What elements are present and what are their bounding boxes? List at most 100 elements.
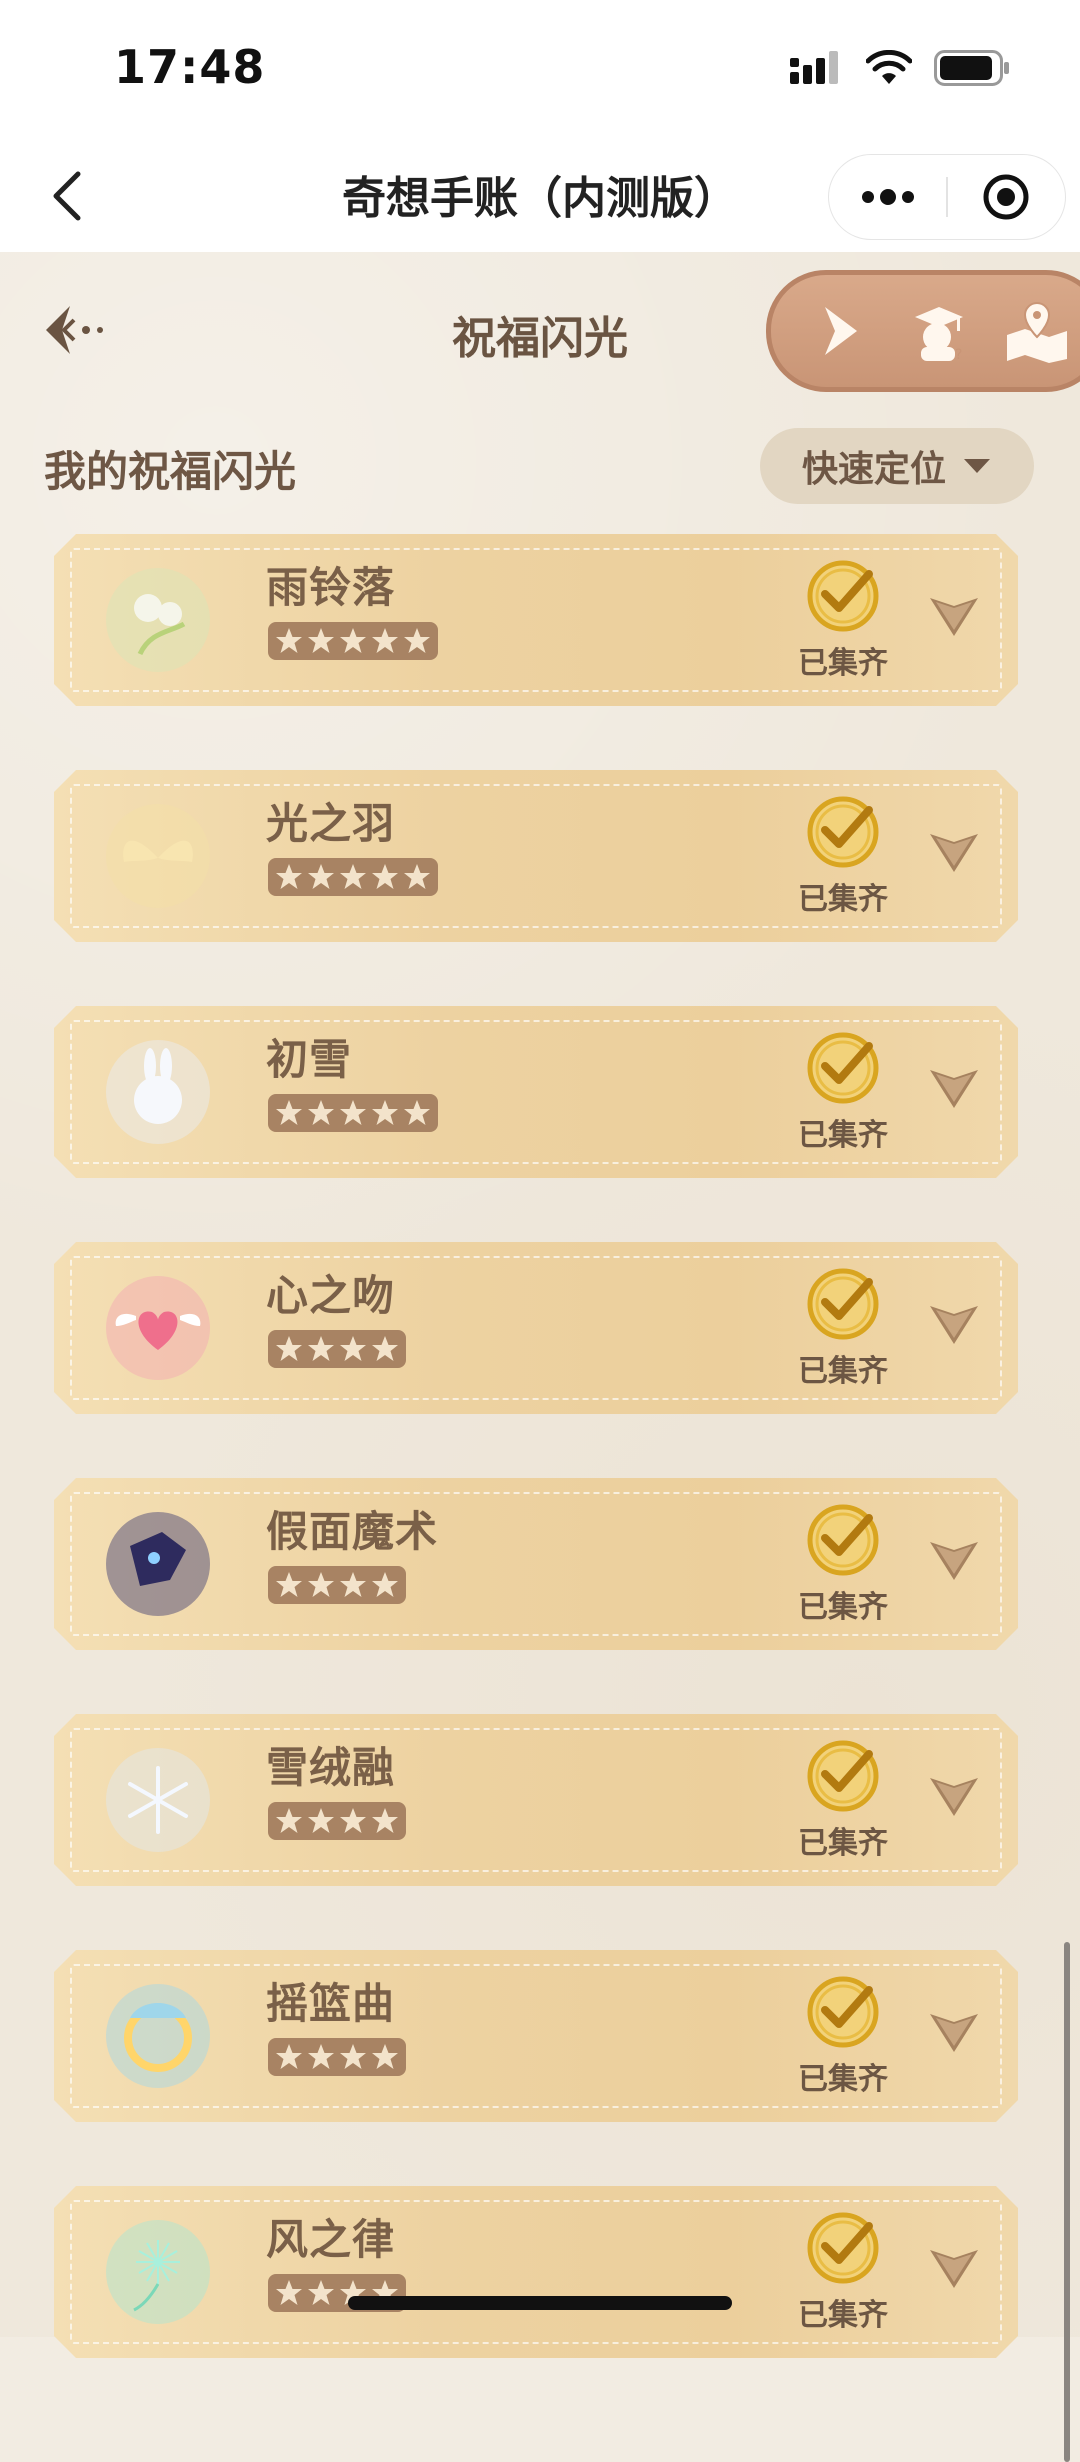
scholar-mascot-icon: ?	[915, 307, 963, 363]
map-pin-icon	[1007, 301, 1067, 363]
star-rating	[268, 1094, 438, 1132]
star-icon	[276, 1100, 302, 1125]
status-icons	[790, 50, 1010, 86]
quick-locate-label: 快速定位	[801, 449, 946, 490]
blessing-card[interactable]: 风之律 已集齐	[54, 2186, 1018, 2358]
collected-status: 已集齐	[788, 1500, 898, 1626]
expand-arrow-icon[interactable]	[926, 1772, 982, 1820]
expand-arrow-icon[interactable]	[926, 1536, 982, 1584]
expand-arrow-icon[interactable]	[926, 592, 982, 640]
blessing-card[interactable]: 假面魔术 已集齐	[54, 1478, 1018, 1650]
mini-program-capsule	[828, 154, 1066, 240]
star-rating	[268, 1330, 406, 1368]
svg-text:?: ?	[955, 347, 962, 363]
star-icon	[404, 864, 430, 889]
star-icon	[340, 1572, 366, 1597]
status-label: 已集齐	[798, 1118, 888, 1153]
status-label: 已集齐	[798, 646, 888, 681]
star-icon	[404, 628, 430, 653]
star-icon	[308, 1572, 334, 1597]
golden-wings-icon	[106, 804, 210, 908]
quick-locate-dropdown[interactable]: 快速定位	[760, 428, 1034, 504]
more-button[interactable]	[829, 155, 946, 239]
mask-magic-icon	[106, 1512, 210, 1616]
dandelion-icon	[106, 2220, 210, 2324]
wifi-icon	[866, 50, 912, 84]
star-icon	[340, 1336, 366, 1361]
status-bar: 17:48	[0, 0, 1080, 140]
blessing-card[interactable]: 初雪 已集齐	[54, 1006, 1018, 1178]
expand-arrow-icon[interactable]	[926, 2008, 982, 2056]
play-arrow-icon	[825, 307, 857, 355]
star-rating	[268, 1566, 406, 1604]
winged-heart-icon	[106, 1276, 210, 1380]
blessing-card[interactable]: 雨铃落 已集齐	[54, 534, 1018, 706]
star-icon	[372, 1808, 398, 1833]
expand-arrow-icon[interactable]	[926, 2244, 982, 2292]
star-icon	[308, 2044, 334, 2069]
star-icon	[372, 1100, 398, 1125]
blessing-name: 假面魔术	[266, 1507, 439, 1556]
blessing-card[interactable]: 摇篮曲 已集齐	[54, 1950, 1018, 2122]
star-icon	[276, 2280, 302, 2305]
close-button[interactable]	[948, 155, 1065, 239]
collected-status: 已集齐	[788, 1972, 898, 2098]
expand-arrow-icon[interactable]	[926, 1300, 982, 1348]
check-circle-icon	[807, 1504, 879, 1576]
play-button[interactable]	[805, 295, 877, 367]
target-close-icon	[983, 174, 1029, 220]
status-label: 已集齐	[798, 2298, 888, 2333]
status-label: 已集齐	[798, 1826, 888, 1861]
collected-status: 已集齐	[788, 792, 898, 918]
blessing-name: 初雪	[266, 1035, 353, 1084]
status-label: 已集齐	[798, 1354, 888, 1389]
star-icon	[340, 1100, 366, 1125]
star-icon	[308, 628, 334, 653]
star-icon	[276, 2044, 302, 2069]
star-icon	[340, 2044, 366, 2069]
blessing-name: 光之羽	[266, 799, 396, 848]
blessing-name: 风之律	[266, 2215, 396, 2264]
star-icon	[340, 628, 366, 653]
blessing-card[interactable]: 光之羽 已集齐	[54, 770, 1018, 942]
map-button[interactable]	[1001, 295, 1073, 367]
blessing-name: 摇篮曲	[266, 1979, 396, 2028]
star-icon	[276, 1336, 302, 1361]
tool-bar: ?	[766, 270, 1080, 392]
expand-arrow-icon[interactable]	[926, 1064, 982, 1112]
check-circle-icon	[807, 796, 879, 868]
collected-status: 已集齐	[788, 1264, 898, 1390]
check-circle-icon	[807, 1976, 879, 2048]
check-circle-icon	[807, 560, 879, 632]
snowflake-icon	[106, 1748, 210, 1852]
expand-arrow-icon[interactable]	[926, 828, 982, 876]
star-icon	[404, 1100, 430, 1125]
blessing-name: 心之吻	[266, 1271, 396, 1320]
star-icon	[372, 2044, 398, 2069]
guide-button[interactable]: ?	[903, 295, 975, 367]
snow-bunny-icon	[106, 1040, 210, 1144]
blessing-name: 雨铃落	[266, 563, 396, 612]
battery-icon	[934, 50, 1009, 86]
status-label: 已集齐	[798, 1590, 888, 1625]
star-icon	[372, 1572, 398, 1597]
check-circle-icon	[807, 1268, 879, 1340]
star-icon	[308, 1336, 334, 1361]
star-icon	[276, 628, 302, 653]
blessing-name: 雪绒融	[266, 1743, 396, 1792]
blessing-card[interactable]: 心之吻 已集齐	[54, 1242, 1018, 1414]
collected-status: 已集齐	[788, 556, 898, 682]
star-rating	[268, 1802, 406, 1840]
star-icon	[372, 628, 398, 653]
blessing-card[interactable]: 雪绒融 已集齐	[54, 1714, 1018, 1886]
signal-icon	[790, 51, 838, 84]
star-rating	[268, 858, 438, 896]
collected-status: 已集齐	[788, 1028, 898, 1154]
star-icon	[308, 864, 334, 889]
lullaby-moon-icon	[106, 1984, 210, 2088]
star-icon	[372, 1336, 398, 1361]
star-icon	[308, 1100, 334, 1125]
scrollbar[interactable]	[1064, 1942, 1070, 2462]
blessing-page: 祝福闪光 ? 我的祝福闪光 快速定位 雨铃落 已集齐 光之羽 已集齐 初雪 已集…	[0, 252, 1080, 2462]
star-icon	[276, 864, 302, 889]
